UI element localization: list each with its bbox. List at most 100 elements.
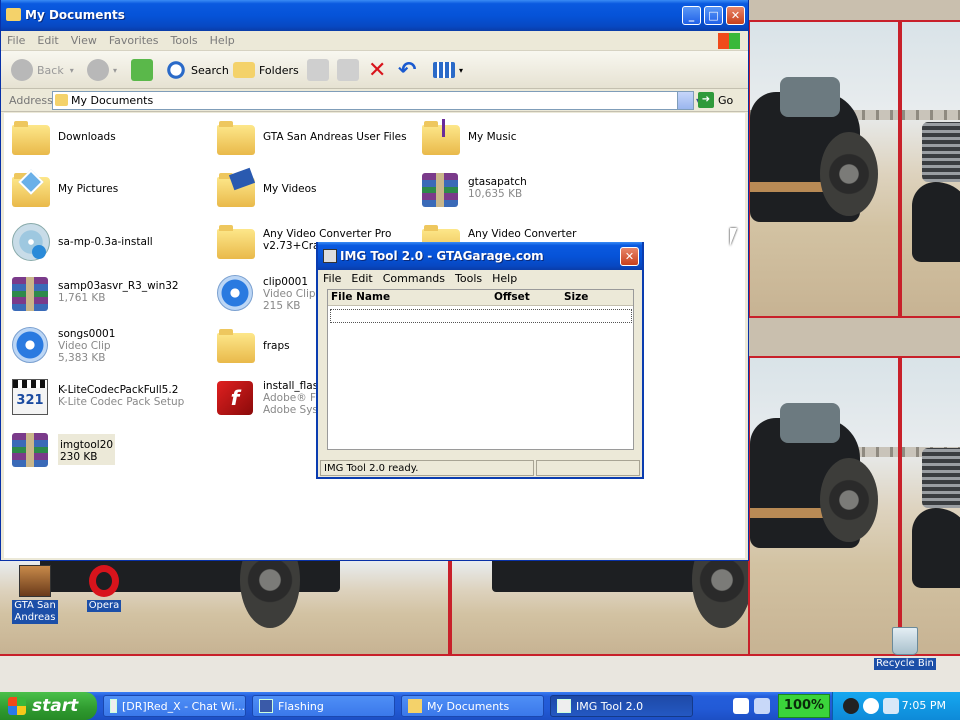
list-item[interactable]: My Music: [422, 119, 622, 157]
list-item[interactable]: 321 K-LiteCodecPackFull5.2 K-Lite Codec Pa…: [12, 379, 212, 417]
menu-help[interactable]: Help: [487, 270, 522, 285]
menu-edit[interactable]: Edit: [31, 31, 64, 47]
wallpaper-tile: [748, 20, 900, 318]
search-button[interactable]: Search: [165, 58, 229, 82]
list-item-selected[interactable]: imgtool20 230 KB: [12, 431, 212, 469]
close-button[interactable]: ✕: [620, 247, 639, 266]
list-item[interactable]: Downloads: [12, 119, 212, 157]
menu-help[interactable]: Help: [204, 31, 241, 47]
column-size[interactable]: Size: [564, 291, 588, 303]
close-button[interactable]: ✕: [726, 6, 745, 25]
media-player-icon: [12, 327, 50, 365]
folders-label: Folders: [259, 63, 299, 77]
display-tray-icon[interactable]: [754, 698, 770, 714]
menu-favorites[interactable]: Favorites: [103, 31, 165, 47]
list-item[interactable]: My Videos: [217, 167, 417, 209]
taskbar-item-chat[interactable]: [DR]Red_X - Chat Wi...: [103, 695, 246, 717]
img-tool-titlebar[interactable]: IMG Tool 2.0 - GTAGarage.com ✕: [318, 242, 642, 270]
search-icon: [165, 59, 187, 81]
start-button[interactable]: start: [0, 692, 97, 720]
delete-button[interactable]: ✕: [368, 58, 386, 83]
start-label: start: [32, 696, 79, 716]
percent-indicator[interactable]: 100%: [778, 694, 830, 718]
menu-bar: File Edit Commands Tools Help: [318, 270, 642, 288]
windows-flag-icon: [8, 697, 26, 715]
folders-button[interactable]: Folders: [233, 58, 299, 82]
list-item[interactable]: songs0001 Video Clip 5,383 KB: [12, 327, 212, 365]
menu-tools[interactable]: Tools: [165, 31, 204, 47]
address-dropdown-button[interactable]: ▼: [677, 92, 704, 109]
installer-disc-icon: [12, 223, 50, 261]
undo-button[interactable]: ↶: [398, 58, 416, 83]
recycle-bin-icon: [892, 627, 918, 655]
list-item[interactable]: samp03asvr_R3_win32 1,761 KB: [12, 275, 212, 313]
folder-icon: [12, 119, 50, 157]
help-tray-icon[interactable]: [733, 698, 749, 714]
menu-file[interactable]: File: [1, 31, 31, 47]
back-button[interactable]: Back ▾: [11, 58, 74, 82]
volume-icon[interactable]: [883, 698, 899, 714]
desktop-icon-gta-san-andreas[interactable]: GTA San Andreas: [0, 565, 70, 624]
taskbar-item-img-tool[interactable]: IMG Tool 2.0: [550, 695, 693, 717]
system-tray: 7:05 PM: [832, 692, 960, 720]
desktop-icon-label: Andreas: [14, 612, 56, 623]
music-folder-icon: [422, 119, 460, 157]
desktop-icon-recycle-bin[interactable]: Recycle Bin: [870, 627, 940, 670]
list-item[interactable]: My Pictures: [12, 169, 212, 209]
back-arrow-icon: [11, 59, 33, 81]
address-bar: Address My Documents ▼ ➜ Go: [1, 89, 748, 112]
maximize-button[interactable]: □: [704, 6, 723, 25]
toolbar: Back ▾ ▾ Search Folders ✕ ↶ ▾: [1, 51, 748, 89]
tray-icon[interactable]: [843, 698, 859, 714]
menu-file[interactable]: File: [318, 270, 346, 285]
item-name: My Music: [468, 131, 517, 143]
taskbar-item-label: [DR]Red_X - Chat Wi...: [122, 699, 245, 713]
item-type: Video Clip: [263, 288, 316, 300]
videos-folder-icon: [217, 167, 256, 209]
archive-file-list[interactable]: File Name Offset Size: [327, 289, 634, 450]
focus-row[interactable]: [330, 309, 632, 323]
back-label: Back: [37, 63, 64, 77]
explorer-titlebar[interactable]: My Documents _ □ ✕: [1, 0, 748, 31]
address-input[interactable]: My Documents ▼: [52, 91, 704, 110]
window-title: IMG Tool 2.0 - GTAGarage.com: [340, 249, 544, 263]
up-folder-button[interactable]: [131, 58, 157, 82]
column-file-name[interactable]: File Name: [331, 291, 390, 303]
list-item[interactable]: sa-mp-0.3a-install: [12, 223, 212, 261]
wallpaper-tile: [900, 356, 960, 656]
img-tool-window: IMG Tool 2.0 - GTAGarage.com ✕ File Edit C…: [316, 242, 644, 479]
wallpaper-tile: [900, 20, 960, 318]
mouse-cursor-icon: [730, 228, 744, 246]
address-value: My Documents: [71, 94, 154, 107]
views-button[interactable]: ▾: [433, 58, 463, 82]
status-bar-panel: [536, 460, 640, 476]
minimize-button[interactable]: _: [682, 6, 701, 25]
gta-san-andreas-icon: [19, 565, 51, 597]
item-name: imgtool20: [60, 439, 114, 451]
taskbar-item-flashing[interactable]: Flashing: [252, 695, 395, 717]
taskbar-item-my-documents[interactable]: My Documents: [401, 695, 544, 717]
tray-icon[interactable]: [863, 698, 879, 714]
move-to-button[interactable]: [307, 58, 333, 82]
desktop-icon-opera[interactable]: Opera: [69, 565, 139, 612]
item-name: songs0001: [58, 328, 116, 340]
forward-button[interactable]: ▾: [87, 58, 117, 82]
clock[interactable]: 7:05 PM: [902, 699, 946, 712]
copy-to-button[interactable]: [337, 58, 363, 82]
list-item[interactable]: gtasapatch 10,635 KB: [422, 171, 622, 209]
menu-edit[interactable]: Edit: [346, 270, 377, 285]
item-size: 5,383 KB: [58, 352, 106, 364]
item-size: 1,761 KB: [58, 292, 106, 304]
list-item[interactable]: GTA San Andreas User Files: [217, 119, 417, 157]
views-grid-icon: [433, 62, 455, 78]
item-size: 215 KB: [263, 300, 301, 312]
column-offset[interactable]: Offset: [494, 291, 530, 303]
klite-clapper-icon: 321: [12, 379, 50, 417]
chat-window-icon: [110, 699, 118, 713]
menu-tools[interactable]: Tools: [450, 270, 487, 285]
menu-view[interactable]: View: [65, 31, 103, 47]
go-arrow-icon: ➜: [698, 92, 714, 108]
go-button[interactable]: ➜ Go: [698, 92, 733, 108]
menu-commands[interactable]: Commands: [378, 270, 450, 285]
pictures-folder-icon: [12, 169, 50, 209]
